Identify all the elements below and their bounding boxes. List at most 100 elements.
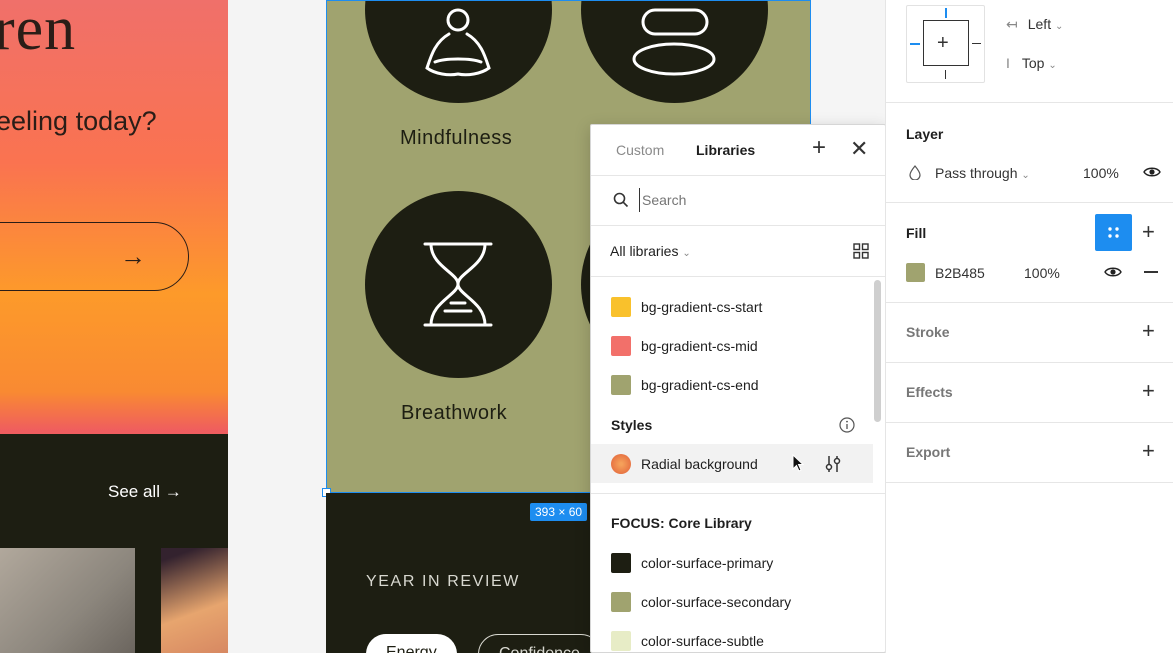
breathwork-circle[interactable] <box>365 191 552 378</box>
color-swatch <box>611 335 631 356</box>
hourglass-icon <box>423 242 493 327</box>
constraint-bottom[interactable] <box>945 70 946 79</box>
mindfulness-label: Mindfulness <box>400 127 513 149</box>
color-swatch <box>611 591 631 612</box>
horizontal-constraint-dropdown[interactable]: ↤ Left ⌄ <box>1006 16 1063 33</box>
color-item[interactable]: bg-gradient-cs-start <box>591 287 873 326</box>
color-picker-popup: Custom Libraries + ✕ All libraries ⌄ bg-… <box>590 124 886 653</box>
color-name: color-surface-secondary <box>641 593 792 610</box>
constraints-widget[interactable]: + <box>906 5 985 83</box>
constraint-right[interactable] <box>972 43 981 44</box>
horizontal-constraint-icon: ↤ <box>1006 16 1018 32</box>
fill-swatch[interactable] <box>906 263 925 282</box>
add-icon[interactable]: + <box>812 136 826 160</box>
library-heading: FOCUS: Core Library <box>611 515 752 531</box>
size-badge: 393 × 60 <box>530 503 588 521</box>
layer-heading: Layer <box>906 126 944 142</box>
fill-opacity-input[interactable]: 100% <box>1024 265 1060 281</box>
styles-button[interactable] <box>1095 214 1132 251</box>
color-item[interactable]: color-surface-subtle <box>591 621 873 652</box>
vertical-constraint-icon: I <box>1006 55 1010 71</box>
crosshair-icon: + <box>937 32 949 54</box>
meditation-icon <box>425 8 491 77</box>
stones-icon <box>632 8 716 76</box>
see-all-label: See all <box>108 482 160 501</box>
constraint-left[interactable] <box>910 43 920 45</box>
library-filter-dropdown[interactable]: All libraries ⌄ <box>610 243 691 259</box>
chevron-down-icon: ⌄ <box>1054 21 1064 32</box>
color-name: bg-gradient-cs-start <box>641 298 763 315</box>
blend-mode-value: Pass through <box>935 165 1018 181</box>
hero-question: eeling today? <box>0 106 157 136</box>
divider <box>886 482 1173 483</box>
color-swatch <box>611 374 631 395</box>
constraint-top[interactable] <box>945 8 947 18</box>
pill-energy[interactable]: Energy <box>366 634 457 653</box>
divider <box>886 422 1173 423</box>
thumbnail-image[interactable] <box>0 548 135 653</box>
properties-panel: + ↤ Left ⌄ I Top ⌄ Layer Pass through ⌄ 10… <box>885 0 1173 653</box>
color-item[interactable]: color-surface-primary <box>591 543 873 582</box>
fill-hex-input[interactable]: B2B485 <box>935 265 985 281</box>
eye-icon[interactable] <box>1104 266 1122 278</box>
layer-opacity-input[interactable]: 100% <box>1083 165 1119 181</box>
export-heading: Export <box>906 444 951 460</box>
search-input[interactable] <box>639 188 859 212</box>
info-icon[interactable] <box>839 417 855 433</box>
color-name: color-surface-subtle <box>641 632 764 649</box>
search-icon <box>613 192 629 208</box>
color-item[interactable]: color-surface-secondary <box>591 582 873 621</box>
color-swatch <box>611 296 631 317</box>
chevron-down-icon: ⌄ <box>1048 60 1057 71</box>
add-effect-icon[interactable]: + <box>1142 380 1155 402</box>
color-item[interactable]: bg-gradient-cs-end <box>591 365 873 404</box>
divider <box>591 225 885 226</box>
divider <box>591 276 885 277</box>
divider <box>886 302 1173 303</box>
canvas-background <box>228 0 326 653</box>
radial-swatch <box>611 453 631 474</box>
divider <box>591 175 885 176</box>
style-name: Radial background <box>641 455 758 472</box>
chevron-down-icon: ⌄ <box>682 248 691 259</box>
close-icon[interactable]: ✕ <box>850 138 868 160</box>
horizontal-constraint-value: Left <box>1027 16 1052 32</box>
divider <box>886 202 1173 203</box>
pill-confidence[interactable]: Confidence <box>478 634 601 653</box>
color-name: color-surface-primary <box>641 554 774 571</box>
canvas-frame-left[interactable]: ren eeling today? → See all → <box>0 0 228 653</box>
year-in-review-heading: YEAR IN REVIEW <box>366 573 520 590</box>
effects-heading: Effects <box>906 384 953 400</box>
balance-circle[interactable] <box>581 1 768 103</box>
library-filter-label: All libraries <box>610 243 679 259</box>
remove-fill-icon[interactable] <box>1144 271 1158 273</box>
add-fill-icon[interactable]: + <box>1142 221 1155 243</box>
grid-view-icon[interactable] <box>853 243 869 259</box>
breathwork-label: Breathwork <box>401 402 508 424</box>
blend-mode-dropdown[interactable]: Pass through ⌄ <box>935 165 1030 181</box>
drop-icon <box>909 165 921 180</box>
arrow-right-icon[interactable]: → <box>120 241 146 272</box>
add-stroke-icon[interactable]: + <box>1142 320 1155 342</box>
cta-input[interactable] <box>0 222 189 291</box>
tab-libraries[interactable]: Libraries <box>696 142 755 158</box>
add-export-icon[interactable]: + <box>1142 440 1155 462</box>
scrollbar-thumb[interactable] <box>874 280 881 422</box>
color-swatch <box>611 630 631 651</box>
color-swatch <box>611 552 631 573</box>
color-name: bg-gradient-cs-mid <box>641 337 758 354</box>
color-item[interactable]: bg-gradient-cs-mid <box>591 326 873 365</box>
see-all-link[interactable]: See all → <box>108 482 182 502</box>
vertical-constraint-dropdown[interactable]: I Top ⌄ <box>1006 55 1057 71</box>
eye-icon[interactable] <box>1143 166 1161 178</box>
divider <box>591 493 885 494</box>
tab-custom[interactable]: Custom <box>616 142 664 158</box>
mindfulness-circle[interactable] <box>365 1 552 103</box>
cursor-icon <box>792 454 805 472</box>
thumbnail-image[interactable] <box>161 548 228 653</box>
arrow-right-icon: → <box>164 482 182 501</box>
color-name: bg-gradient-cs-end <box>641 376 759 393</box>
divider <box>886 362 1173 363</box>
adjust-style-icon[interactable] <box>824 454 842 474</box>
styles-grid-icon <box>1108 227 1119 238</box>
